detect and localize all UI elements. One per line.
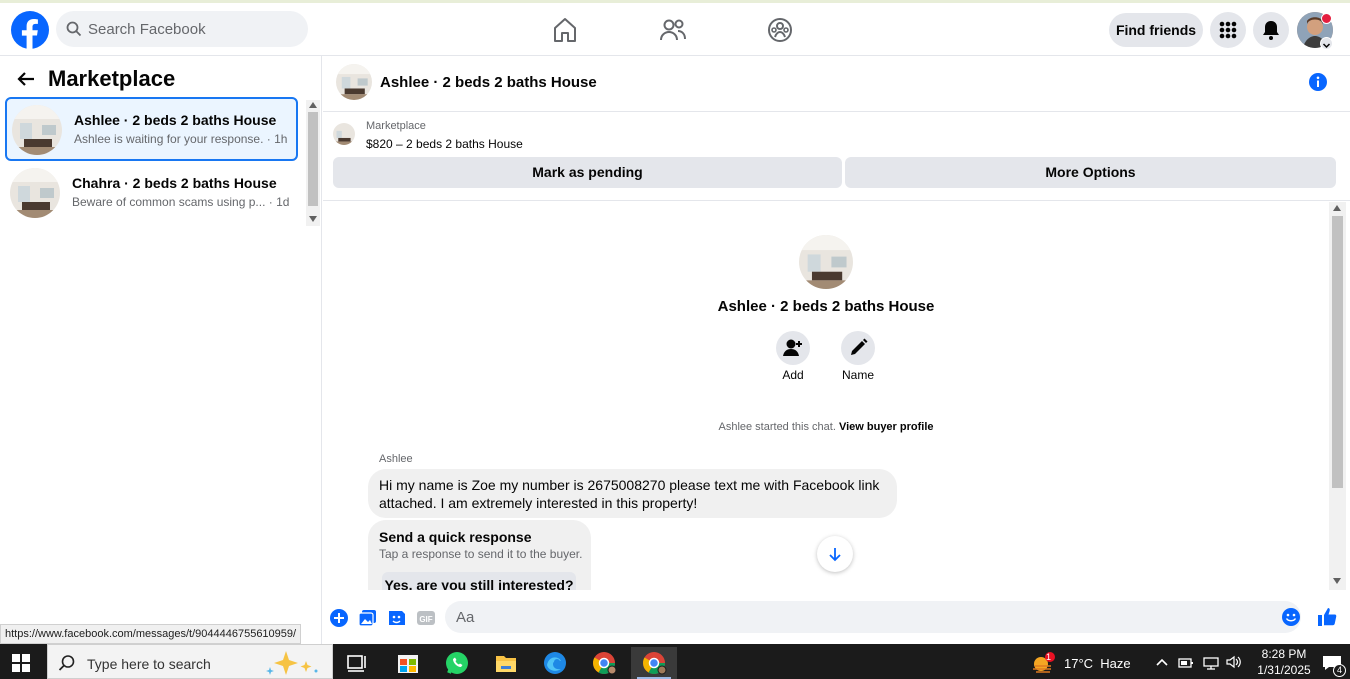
friends-icon[interactable] <box>658 15 688 45</box>
listing-price[interactable]: $820 – 2 beds 2 baths House <box>366 137 523 151</box>
notifications-button[interactable] <box>1253 12 1289 48</box>
conversation-title: Ashlee · 2 beds 2 baths House <box>74 112 277 128</box>
conversation-preview: Ashlee is waiting for your response. · 1… <box>74 132 288 146</box>
whatsapp-icon[interactable] <box>435 647 479 679</box>
listing-thumbnail <box>12 105 62 155</box>
chat-center-title: Ashlee · 2 beds 2 baths House <box>717 298 935 315</box>
listing-category: Marketplace <box>366 120 426 132</box>
weather-text[interactable]: 17°C Haze <box>1064 656 1131 671</box>
message-thread: Ashlee · 2 beds 2 baths House Add Name A… <box>323 202 1329 590</box>
message-thread-scrollbar[interactable] <box>1329 202 1346 590</box>
scrollbar-thumb[interactable] <box>1332 216 1343 488</box>
sticker-icon[interactable] <box>387 608 407 628</box>
home-icon[interactable] <box>550 15 580 45</box>
quick-response-card: Send a quick response Tap a response to … <box>368 520 591 590</box>
chrome-active-window[interactable] <box>631 647 677 679</box>
file-explorer-icon[interactable] <box>484 647 528 679</box>
search-bar[interactable] <box>56 11 308 47</box>
plus-circle-icon[interactable] <box>329 608 349 628</box>
status-bar-url: https://www.facebook.com/messages/t/9044… <box>0 624 302 644</box>
back-arrow-icon[interactable] <box>16 70 36 88</box>
conversation-title: Chahra · 2 beds 2 baths House <box>72 175 277 191</box>
edge-browser-icon[interactable] <box>533 647 577 679</box>
conversation-list-scrollbar[interactable] <box>306 100 320 226</box>
task-view-icon[interactable] <box>336 647 380 679</box>
gif-icon[interactable]: GIF <box>416 608 436 628</box>
scrollbar-thumb[interactable] <box>308 112 318 206</box>
search-input[interactable] <box>88 11 298 47</box>
listing-summary: Marketplace $820 – 2 beds 2 baths House … <box>323 113 1350 201</box>
emoji-icon[interactable] <box>1281 607 1301 627</box>
windows-start-icon[interactable] <box>12 654 30 672</box>
menu-button[interactable] <box>1210 12 1246 48</box>
search-icon <box>66 21 82 37</box>
view-buyer-profile-link[interactable]: View buyer profile <box>839 421 934 433</box>
svg-text:GIF: GIF <box>419 615 432 624</box>
clock-date: 1/31/2025 <box>1257 663 1311 677</box>
name-label: Name <box>841 368 874 382</box>
conversation-list-panel: Marketplace Ashlee · 2 beds 2 baths Hous… <box>0 56 322 644</box>
microsoft-store-icon[interactable] <box>386 647 430 679</box>
message-input[interactable] <box>445 601 1301 633</box>
add-label: Add <box>782 368 804 382</box>
pencil-icon <box>851 338 868 355</box>
chevron-up-icon[interactable] <box>1155 657 1169 667</box>
notification-dot <box>1321 13 1332 24</box>
network-icon[interactable] <box>1202 656 1220 670</box>
chat-started-notice: Ashlee started this chat. View buyer pro… <box>323 421 1329 433</box>
search-icon <box>58 655 75 671</box>
arrow-down-icon <box>829 548 841 562</box>
more-options-button[interactable]: More Options <box>845 157 1336 188</box>
thumbs-up-icon[interactable] <box>1317 606 1339 628</box>
sparkle-icon <box>266 651 318 675</box>
sender-name: Ashlee <box>379 453 413 465</box>
listing-thumbnail[interactable] <box>333 123 355 145</box>
message-composer: GIF <box>323 598 1350 638</box>
panel-title: Marketplace <box>48 66 176 91</box>
quick-response-title: Send a quick response <box>379 529 532 545</box>
weather-icon[interactable] <box>1031 652 1057 674</box>
find-friends-button[interactable]: Find friends <box>1109 13 1203 47</box>
chat-title: Ashlee · 2 beds 2 baths House <box>380 74 597 91</box>
facebook-logo-icon[interactable] <box>11 11 49 49</box>
message-bubble[interactable]: Hi my name is Zoe my number is 267500827… <box>368 469 897 518</box>
chat-profile-picture <box>799 235 853 289</box>
photo-icon[interactable] <box>358 608 378 628</box>
scroll-to-bottom-button[interactable] <box>817 536 853 572</box>
add-person-icon <box>783 339 802 356</box>
add-people-button[interactable] <box>776 331 810 365</box>
mark-as-pending-button[interactable]: Mark as pending <box>333 157 842 188</box>
battery-icon[interactable] <box>1178 656 1194 670</box>
listing-thumbnail <box>10 168 60 218</box>
top-navigation-bar: Find friends <box>0 0 1350 56</box>
started-text: Ashlee started this chat. <box>718 421 836 433</box>
quick-response-subtitle: Tap a response to send it to the buyer. <box>379 547 583 561</box>
quick-response-option[interactable]: Yes, are you still interested? <box>382 572 576 590</box>
grid-menu-icon <box>1219 21 1237 39</box>
volume-icon[interactable] <box>1225 655 1243 669</box>
rename-button[interactable] <box>841 331 875 365</box>
clock-time: 8:28 PM <box>1261 647 1307 661</box>
bell-icon <box>1263 21 1279 40</box>
conversation-item-ashlee[interactable]: Ashlee · 2 beds 2 baths House Ashlee is … <box>5 97 298 161</box>
chat-avatar[interactable] <box>336 64 372 100</box>
conversation-preview: Beware of common scams using p... · 1d <box>72 195 290 209</box>
windows-taskbar: Type here to search 1 17°C Haze 8:28 PM … <box>0 644 1350 679</box>
chrome-profile-icon[interactable] <box>582 647 626 679</box>
taskbar-search-text: Type here to search <box>87 656 211 672</box>
chat-header: Ashlee · 2 beds 2 baths House <box>323 56 1350 112</box>
info-icon[interactable] <box>1308 72 1328 92</box>
groups-icon[interactable] <box>765 15 795 45</box>
notification-count-badge: 4 <box>1333 664 1346 677</box>
system-clock[interactable]: 8:28 PM 1/31/2025 <box>1244 646 1324 678</box>
conversation-item-chahra[interactable]: Chahra · 2 beds 2 baths House Beware of … <box>5 162 298 226</box>
taskbar-search-box[interactable]: Type here to search <box>47 644 333 679</box>
account-menu-chevron-icon[interactable] <box>1320 37 1333 50</box>
weather-badge-count: 1 <box>1046 652 1052 662</box>
